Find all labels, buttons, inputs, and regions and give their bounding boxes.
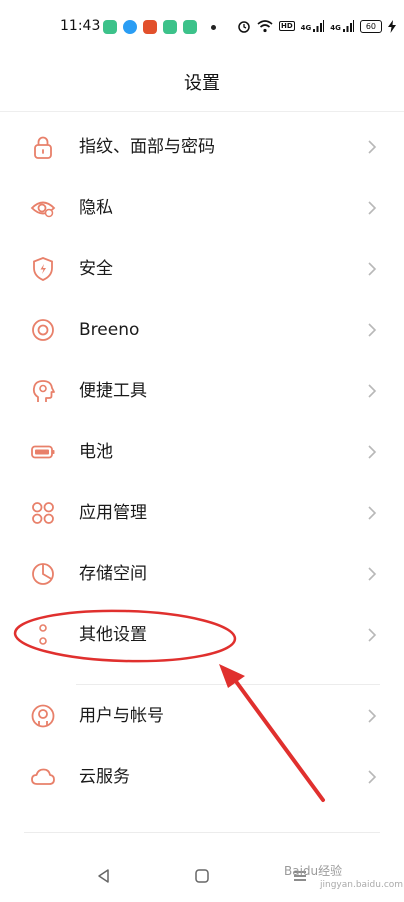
network-type-label: 4G [300,24,312,32]
chevron-right-icon [368,567,377,581]
settings-item-label: 安全 [79,259,113,279]
signal-strength-2-icon: 4G [330,20,354,32]
cloud-icon [31,768,55,785]
watermark: Baidu经验 [284,864,343,878]
settings-item-label: 存储空间 [79,564,147,584]
chevron-right-icon [368,140,377,154]
apps-grid-icon [32,502,54,524]
settings-item-label: 云服务 [79,767,130,787]
notification-phone-icon [183,20,197,34]
settings-item-label: Breeno [79,320,140,340]
back-icon[interactable] [96,868,112,884]
chevron-right-icon [368,445,377,459]
signal-strength-icon: 4G [301,20,325,32]
chevron-right-icon [368,628,377,642]
settings-item-other-settings[interactable]: 其他设置 [0,605,404,666]
chevron-right-icon [368,384,377,398]
user-icon [31,704,55,728]
notification-icons [103,20,216,34]
chevron-right-icon [368,506,377,520]
bottom-divider [24,832,380,833]
tools-head-icon [32,380,55,402]
settings-item-storage[interactable]: 存储空间 [0,544,404,605]
battery-icon [31,445,55,459]
chevron-right-icon [368,323,377,337]
settings-item-app-management[interactable]: 应用管理 [0,483,404,544]
breeno-icon [32,319,54,341]
settings-item-fingerprint-face-password[interactable]: 指纹、面部与密码 [0,117,404,178]
privacy-eye-icon [30,201,56,218]
chevron-right-icon [368,709,377,723]
settings-item-label: 便捷工具 [79,381,147,401]
notification-news-icon [143,20,157,34]
alarm-icon [238,21,250,33]
lock-icon [34,136,52,159]
settings-item-label: 指纹、面部与密码 [79,137,215,157]
settings-item-privacy[interactable]: 隐私 [0,178,404,239]
shield-icon [33,257,53,281]
settings-item-users-accounts[interactable]: 用户与帐号 [0,686,404,747]
section-divider [76,684,380,685]
chevron-right-icon [368,201,377,215]
chevron-right-icon [368,262,377,276]
settings-item-convenience-tools[interactable]: 便捷工具 [0,361,404,422]
notification-more-dot-icon [211,24,216,30]
settings-item-security[interactable]: 安全 [0,239,404,300]
network-type-label-2: 4G [330,24,341,32]
settings-item-cloud-service[interactable]: 云服务 [0,747,404,808]
settings-item-label: 其他设置 [79,625,147,645]
status-bar: 11:43 HD 4G 4G 60 [0,0,404,56]
notification-browser-icon [123,20,137,34]
settings-list: 指纹、面部与密码 隐私 安全 Breeno 便捷工具 电池 应用管理 存储空间 … [0,117,404,833]
storage-pie-icon [32,563,54,585]
charging-bolt-icon [387,19,396,33]
hd-badge: HD [279,21,295,31]
wifi-icon [257,19,273,32]
notification-app-icon [103,20,117,34]
dots-icon [39,624,47,645]
navigation-bar [0,850,404,902]
settings-item-breeno[interactable]: Breeno [0,300,404,361]
status-time: 11:43 [60,18,101,34]
notification-chat-icon [163,20,177,34]
home-icon[interactable] [194,868,210,884]
settings-item-battery[interactable]: 电池 [0,422,404,483]
chevron-right-icon [368,770,377,784]
system-status-icons: HD 4G 4G 60 [237,19,396,33]
page-title: 设置 [0,56,404,112]
settings-item-label: 用户与帐号 [79,706,164,726]
settings-item-label: 隐私 [79,198,113,218]
settings-item-label: 应用管理 [79,503,147,523]
battery-level: 60 [359,19,382,33]
watermark-url: jingyan.baidu.com [320,880,404,890]
settings-item-label: 电池 [79,442,113,462]
